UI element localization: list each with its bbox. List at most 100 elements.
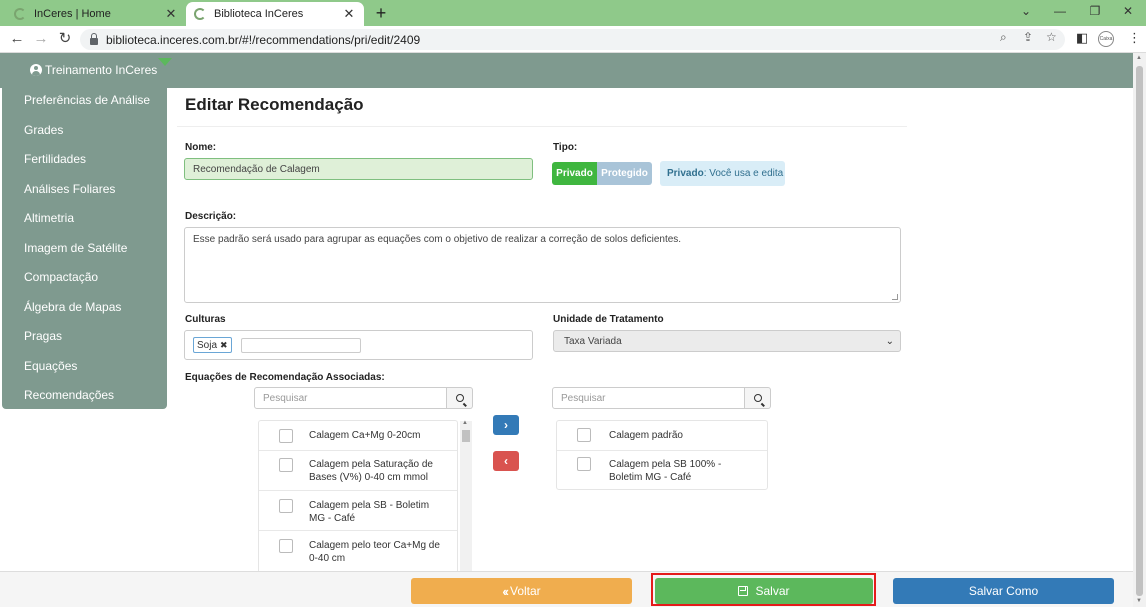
side-panel-icon[interactable]: ◧ xyxy=(1076,30,1088,46)
item-label: Calagem padrão xyxy=(609,429,683,442)
tab-search-chevron-icon[interactable]: ⌄ xyxy=(1016,4,1036,18)
list-item[interactable]: Calagem pelo teor Ca+Mg de 0-40 cm xyxy=(259,531,457,571)
url-text: biblioteca.inceres.com.br/#!/recommendat… xyxy=(106,32,421,47)
item-line2: Boletim MG - Café xyxy=(609,472,692,483)
title-divider xyxy=(177,126,907,127)
sidebar-item-fertilidades[interactable]: Fertilidades xyxy=(24,152,86,166)
selected-search-button[interactable] xyxy=(745,387,771,409)
nome-input[interactable]: Recomendação de Calagem xyxy=(184,158,533,180)
checkbox[interactable] xyxy=(577,428,591,442)
minimize-icon[interactable]: — xyxy=(1050,4,1070,18)
checkbox[interactable] xyxy=(279,429,293,443)
sidebar-item-recomendacoes[interactable]: Recomendações xyxy=(24,388,114,402)
available-search-button[interactable] xyxy=(447,387,473,409)
available-list-scroll-thumb[interactable] xyxy=(462,430,470,442)
inceres-favicon-icon xyxy=(14,8,26,20)
item-label: Calagem Ca+Mg 0-20cm xyxy=(309,429,420,442)
list-item[interactable]: Calagem pela SB - Boletim MG - Café xyxy=(259,491,457,531)
sidebar-item-pragas[interactable]: Pragas xyxy=(24,329,62,343)
culture-tag-soja: Soja ✖ xyxy=(193,337,232,353)
scroll-up-icon[interactable]: ▲ xyxy=(1136,55,1142,61)
voltar-button[interactable]: ‹‹ Voltar xyxy=(411,578,632,604)
list-item[interactable]: Calagem padrão xyxy=(557,421,767,451)
tipo-privado-button[interactable]: Privado xyxy=(552,162,597,185)
sidebar-item-equacoes[interactable]: Equações xyxy=(24,359,77,373)
user-circle-icon xyxy=(30,64,42,76)
tag-label: Soja xyxy=(197,339,218,351)
browser-tab-home[interactable]: InCeres | Home ✕ xyxy=(6,2,186,26)
scroll-down-icon[interactable]: ▼ xyxy=(1136,598,1142,604)
unidade-value: Taxa Variada xyxy=(564,335,622,347)
sidebar-item-analises-foliares[interactable]: Análises Foliares xyxy=(24,182,115,196)
available-search-input[interactable]: Pesquisar xyxy=(254,387,447,409)
descricao-label: Descrição: xyxy=(185,211,237,222)
item-line1: Calagem pela Saturação de xyxy=(309,459,433,470)
checkbox[interactable] xyxy=(577,457,591,471)
salvar-highlight-outline xyxy=(651,573,876,606)
close-icon[interactable]: ✕ xyxy=(342,6,356,22)
kebab-menu-icon[interactable]: ⋮ xyxy=(1128,30,1141,46)
close-icon[interactable]: ✕ xyxy=(164,6,178,22)
zoom-icon[interactable]: ⌕ xyxy=(1000,30,1007,45)
page-scroll-thumb[interactable] xyxy=(1136,66,1143,596)
selected-search: Pesquisar xyxy=(552,387,771,409)
list-item[interactable]: Calagem Ca+Mg 0-20cm xyxy=(259,421,457,451)
selected-search-input[interactable]: Pesquisar xyxy=(552,387,745,409)
equacoes-label: Equações de Recomendação Associadas: xyxy=(185,372,385,383)
item-line2: Bases (V%) 0-40 cm mmol xyxy=(309,472,428,483)
salvar-como-label: Salvar Como xyxy=(968,584,1039,598)
user-menu[interactable]: Treinamento InCeres xyxy=(30,63,157,77)
sidebar-item-compactacao[interactable]: Compactação xyxy=(24,270,98,284)
maximize-icon[interactable]: ❐ xyxy=(1085,4,1105,18)
tipo-protegido-button[interactable]: Protegido xyxy=(597,162,652,185)
voltar-label: Voltar xyxy=(509,584,541,598)
resize-grip-icon[interactable] xyxy=(892,294,898,300)
browser-tab-biblioteca[interactable]: Biblioteca InCeres ✕ xyxy=(186,2,364,26)
unidade-select[interactable]: Taxa Variada ⌄ xyxy=(553,330,901,352)
browser-tab-bar: InCeres | Home ✕ Biblioteca InCeres ✕ + … xyxy=(0,0,1146,26)
unidade-label: Unidade de Tratamento xyxy=(553,314,664,325)
bookmark-star-icon[interactable]: ☆ xyxy=(1046,30,1057,44)
share-icon[interactable]: ⇪ xyxy=(1023,30,1033,44)
culturas-tag-input[interactable]: Soja ✖ xyxy=(184,330,533,360)
move-right-button[interactable]: › xyxy=(493,415,519,435)
window-close-icon[interactable]: ✕ xyxy=(1118,4,1138,18)
checkbox[interactable] xyxy=(279,539,293,553)
forward-arrow-icon[interactable]: → xyxy=(32,30,50,48)
browser-address-bar: ← → ↻ biblioteca.inceres.com.br/#!/recom… xyxy=(0,26,1146,53)
tipo-info-bold: Privado xyxy=(667,168,704,179)
culturas-search-input[interactable] xyxy=(241,338,361,353)
checkbox[interactable] xyxy=(279,458,293,472)
item-line2: 0-40 cm xyxy=(309,553,346,564)
sidebar-item-grades[interactable]: Grades xyxy=(24,123,63,137)
item-line1: Calagem padrão xyxy=(609,430,683,441)
reload-icon[interactable]: ↻ xyxy=(56,30,74,48)
sidebar-item-altimetria[interactable]: Altimetria xyxy=(24,211,74,225)
scroll-up-icon[interactable]: ▲ xyxy=(462,420,468,426)
item-line1: Calagem pela SB - Boletim xyxy=(309,500,430,511)
back-arrow-icon[interactable]: ← xyxy=(8,30,26,48)
new-tab-plus-icon[interactable]: + xyxy=(372,3,390,23)
move-left-button[interactable]: ‹ xyxy=(493,451,519,471)
list-item[interactable]: Calagem pela SB 100% - Boletim MG - Café xyxy=(557,451,767,489)
sidebar-item-algebra-mapas[interactable]: Álgebra de Mapas xyxy=(24,300,121,314)
user-name: Treinamento InCeres xyxy=(45,63,158,77)
item-line1: Calagem pelo teor Ca+Mg de xyxy=(309,540,440,551)
available-search: Pesquisar xyxy=(254,387,473,409)
url-input[interactable]: biblioteca.inceres.com.br/#!/recommendat… xyxy=(80,29,1065,50)
culturas-label: Culturas xyxy=(185,314,226,325)
remove-tag-icon[interactable]: ✖ xyxy=(220,340,228,351)
salvar-como-button[interactable]: Salvar Como xyxy=(893,578,1114,604)
available-list-scrollbar[interactable] xyxy=(460,421,472,571)
sidebar-item-imagem-satelite[interactable]: Imagem de Satélite xyxy=(24,241,127,255)
profile-avatar-icon[interactable]: Caixa xyxy=(1098,31,1114,47)
checkbox[interactable] xyxy=(279,499,293,513)
search-icon xyxy=(753,394,762,402)
descricao-textarea[interactable]: Esse padrão será usado para agrupar as e… xyxy=(184,227,901,303)
tipo-info-text: : Você usa e edita xyxy=(703,168,784,179)
sidebar-item-preferencias[interactable]: Preferências de Análise xyxy=(24,93,150,107)
tab-title: InCeres | Home xyxy=(34,8,111,20)
tipo-info-box: Privado: Você usa e edita xyxy=(660,161,785,186)
list-item[interactable]: Calagem pela Saturação de Bases (V%) 0-40… xyxy=(259,451,457,491)
lock-icon xyxy=(90,32,98,45)
